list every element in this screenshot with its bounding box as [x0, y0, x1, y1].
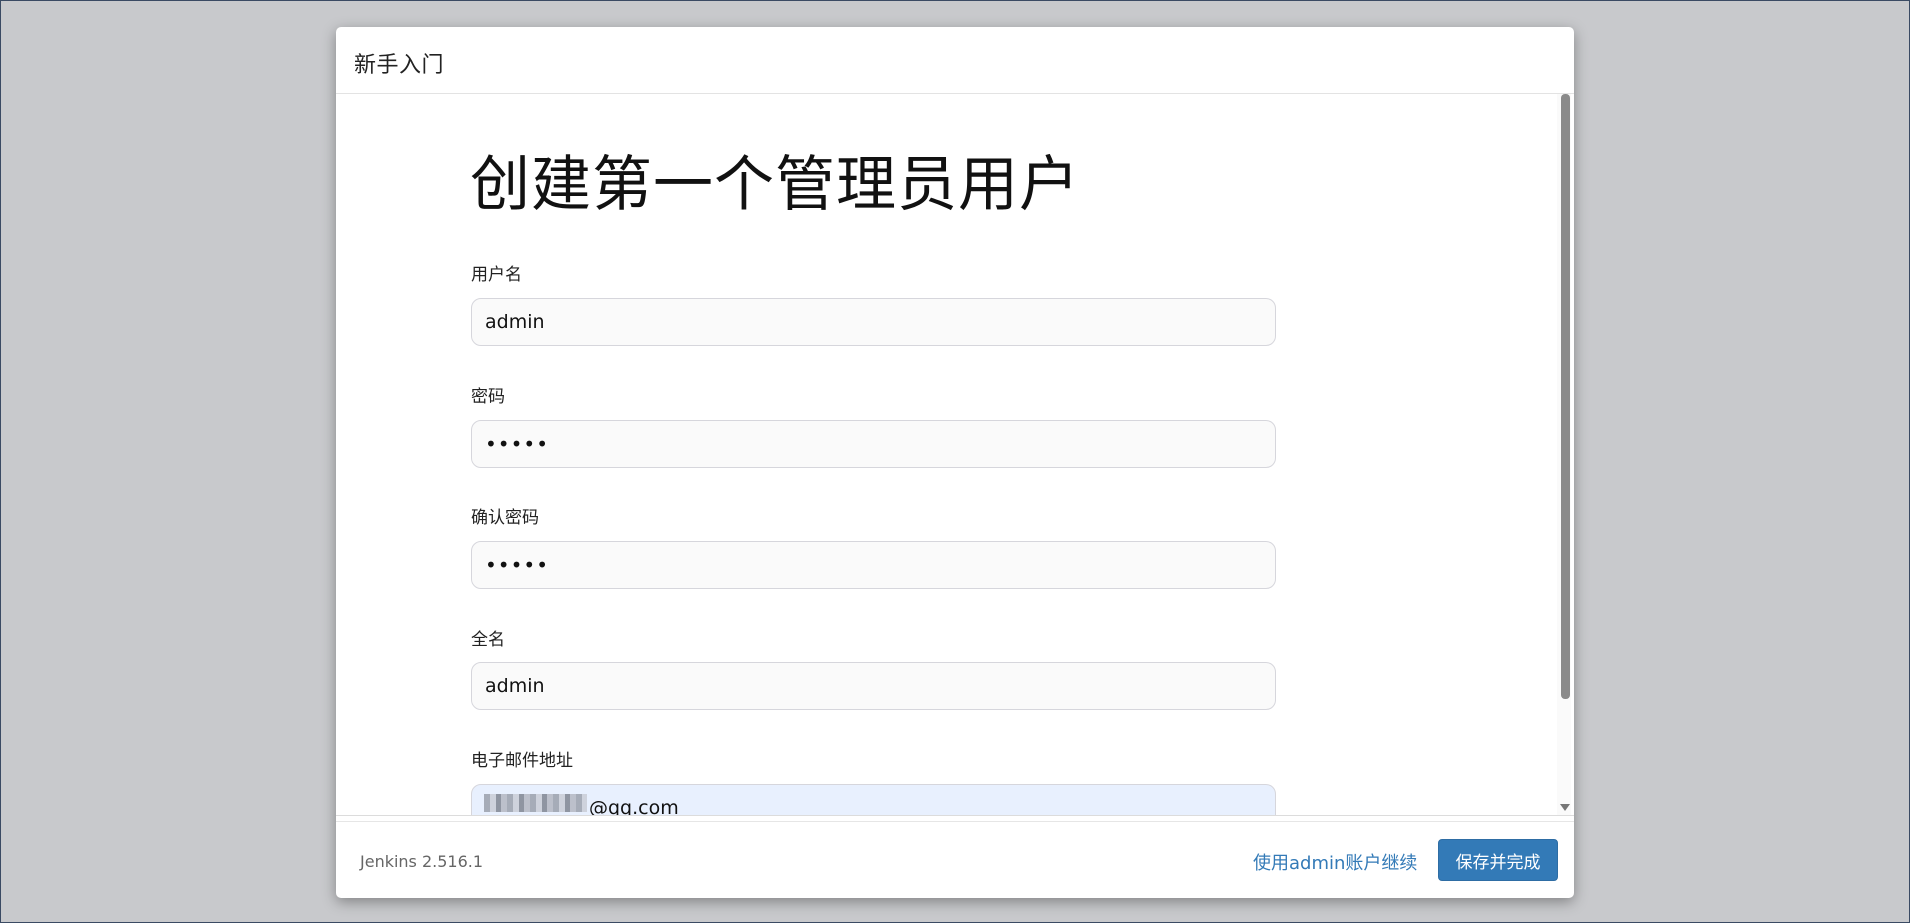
dialog-title: 新手入门: [354, 53, 445, 78]
body-divider: [336, 815, 1574, 816]
redacted-email-prefix: [484, 794, 587, 812]
scrollbar-thumb[interactable]: [1561, 94, 1570, 699]
continue-as-admin-link[interactable]: 使用admin账户继续: [1253, 849, 1417, 875]
vertical-scrollbar[interactable]: [1557, 94, 1571, 815]
setup-wizard-dialog: 新手入门 创建第一个管理员用户 用户名 密码 确认密码 全名 电子邮件地址 Je…: [336, 27, 1574, 898]
confirm-password-input[interactable]: [471, 541, 1276, 589]
save-and-finish-button[interactable]: 保存并完成: [1438, 839, 1558, 881]
username-input[interactable]: [471, 298, 1276, 346]
full-name-input[interactable]: [471, 662, 1276, 710]
dialog-header: 新手入门: [336, 27, 1574, 94]
username-label: 用户名: [471, 265, 522, 285]
email-input[interactable]: [471, 784, 1276, 815]
password-label: 密码: [471, 387, 505, 407]
password-input[interactable]: [471, 420, 1276, 468]
full-name-label: 全名: [471, 630, 505, 650]
dialog-footer: Jenkins 2.516.1 使用admin账户继续 保存并完成: [336, 821, 1574, 898]
dialog-body[interactable]: 创建第一个管理员用户 用户名 密码 确认密码 全名 电子邮件地址: [336, 94, 1574, 815]
scroll-down-arrow-icon[interactable]: [1560, 804, 1570, 811]
email-label: 电子邮件地址: [471, 751, 573, 771]
version-label: Jenkins 2.516.1: [360, 852, 484, 871]
page-title: 创建第一个管理员用户: [470, 150, 1080, 220]
confirm-password-label: 确认密码: [471, 508, 539, 528]
